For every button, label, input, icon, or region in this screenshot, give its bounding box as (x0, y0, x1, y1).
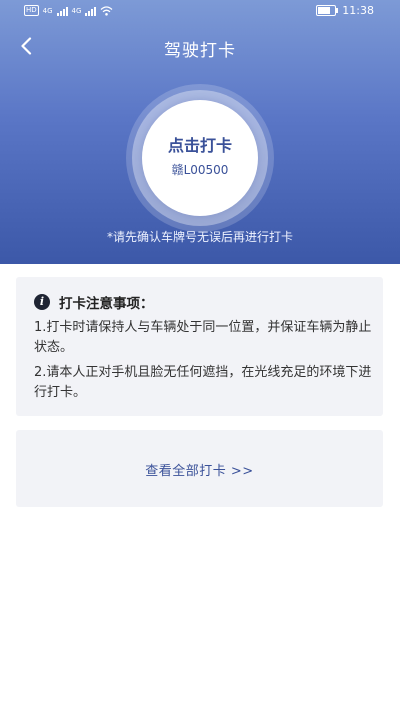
signal-2-icon (85, 6, 97, 16)
checkin-button[interactable]: 点击打卡 赣L00500 (142, 100, 258, 216)
confirm-plate-hint: *请先确认车牌号无误后再进行打卡 (106, 230, 293, 244)
notes-item-2: 2.请本人正对手机且脸无任何遮挡，在光线充足的环境下进行打卡。 (34, 365, 372, 400)
signal-1-label: 4G (42, 6, 53, 15)
status-right: 11:38 (316, 4, 374, 17)
battery-icon (316, 5, 339, 16)
checkin-button-label: 点击打卡 (167, 136, 232, 155)
info-icon: i (34, 294, 50, 310)
signal-1-icon (56, 6, 68, 16)
notes-header: i 打卡注意事项： (34, 292, 154, 312)
plate-number: 赣L00500 (171, 163, 229, 177)
header: HD 4G 4G 11:38 驾驶打卡 点击打卡 赣L00500 *请先确认车牌… (0, 0, 400, 264)
view-all-checkins-link[interactable]: 查看全部打卡 >> (16, 460, 383, 479)
page-title: 驾驶打卡 (164, 41, 236, 61)
notes-item-1: 1.打卡时请保持人与车辆处于同一位置，并保证车辆为静止状态。 (34, 320, 372, 355)
notes-title: 打卡注意事项： (59, 296, 154, 312)
checkin-notes-card: i 打卡注意事项： 1.打卡时请保持人与车辆处于同一位置，并保证车辆为静止状态。… (16, 277, 383, 416)
status-time: 11:38 (342, 4, 374, 17)
wifi-icon (101, 5, 113, 16)
status-left: HD 4G 4G (24, 5, 113, 16)
status-bar: HD 4G 4G 11:38 (0, 0, 400, 22)
signal-2-label: 4G (71, 6, 82, 15)
view-all-checkins-button[interactable]: 查看全部打卡 >> (16, 430, 383, 507)
hd-badge: HD (24, 5, 39, 16)
